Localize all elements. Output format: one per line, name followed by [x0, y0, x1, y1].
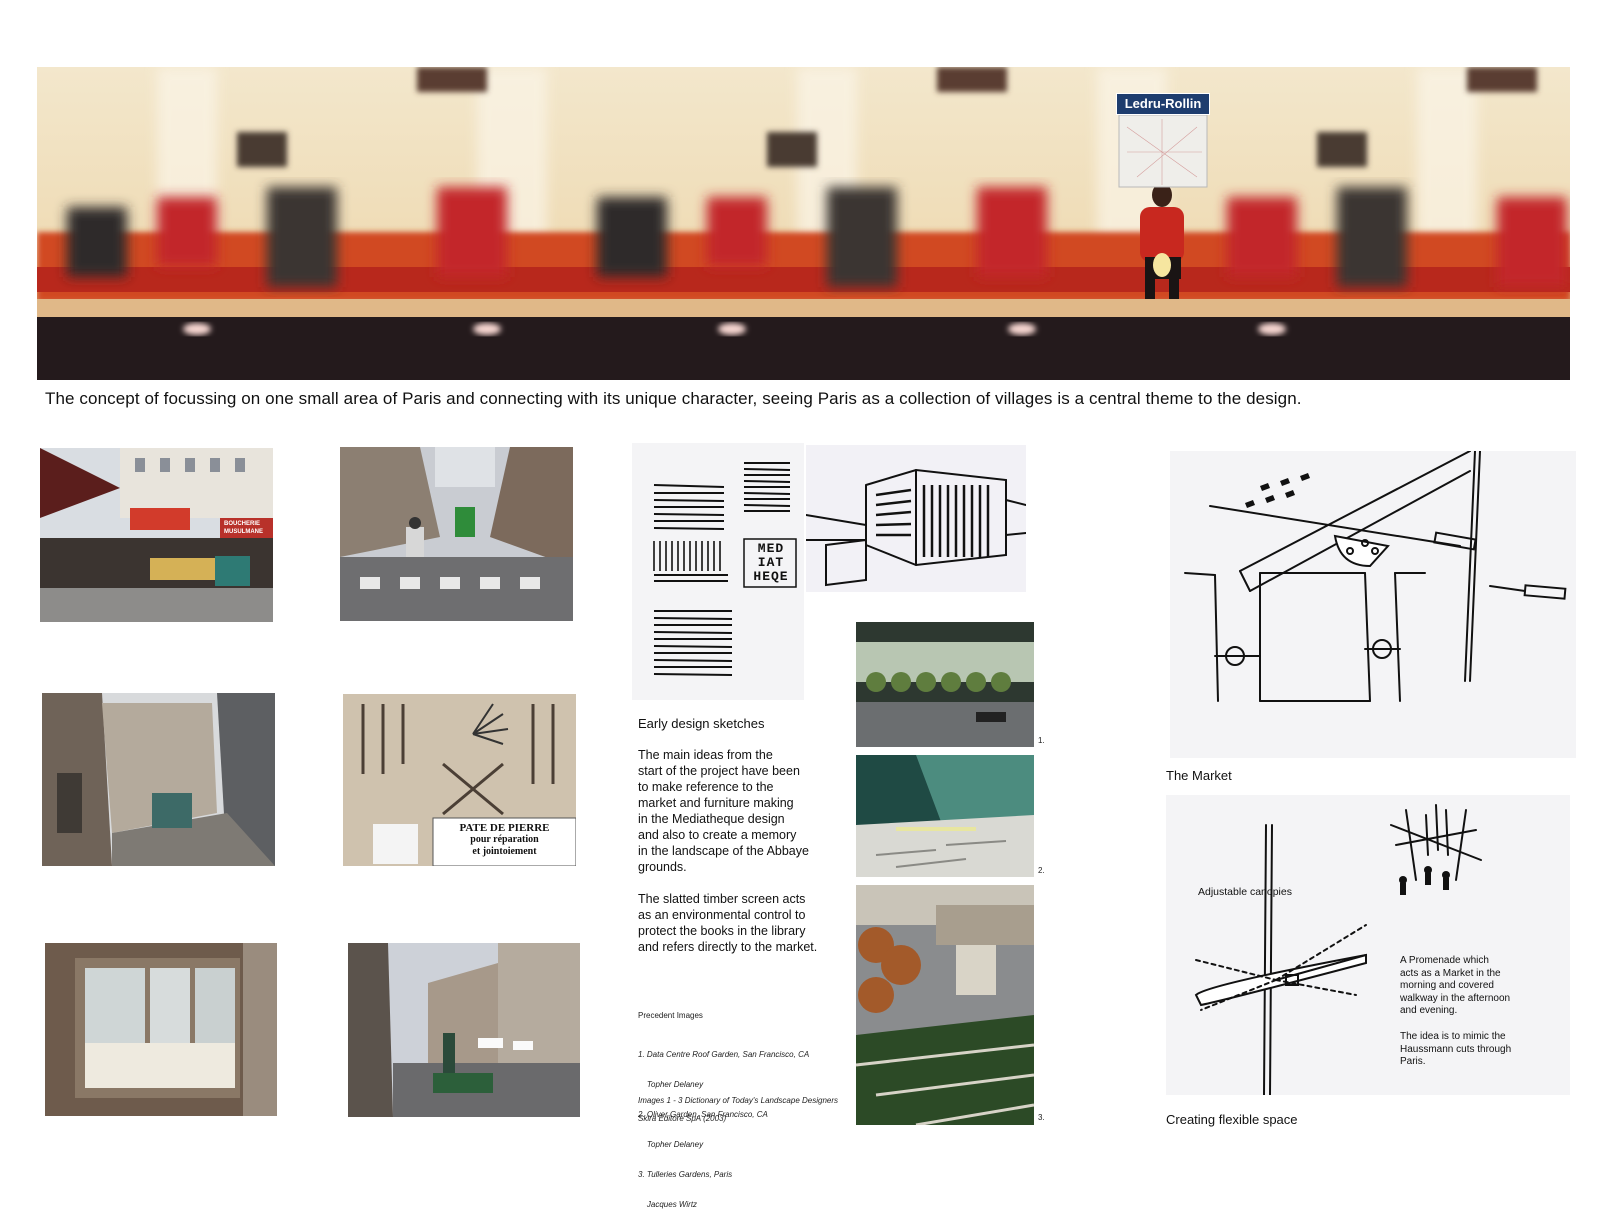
- mediatheque-letters-line3: HEQE: [753, 569, 789, 584]
- precedent-number-2: 2.: [1038, 866, 1045, 875]
- sketch-market-canopy: [1170, 451, 1576, 758]
- idea-line2: Haussmann cuts through: [1400, 1043, 1512, 1055]
- precedents-line1: 1. Data Centre Roof Garden, San Francisc…: [638, 1050, 810, 1059]
- sketches-paragraph-1-line3: to make reference to the: [638, 780, 774, 794]
- precedents-line4: Topher Delaney: [638, 1140, 704, 1149]
- precedents-line5: 3. Tulleries Gardens, Paris: [638, 1170, 733, 1179]
- sketches-paragraph-2-line1: The slatted timber screen acts: [638, 892, 806, 906]
- sketch-flexible-space: Adjustable canopies A Promenade which ac…: [1166, 795, 1570, 1095]
- promenade-line3: morning and covered: [1400, 980, 1494, 991]
- precedents-line6: Jacques Wirtz: [638, 1200, 698, 1209]
- sketches-paragraph-1-line4: market and furniture making: [638, 796, 794, 810]
- market-caption: The Market: [1166, 768, 1232, 783]
- precedents-credit-1: Images 1 - 3 Dictionary of Today's Lands…: [638, 1096, 839, 1105]
- banner-metro-illustration: [37, 67, 1570, 380]
- sketches-heading: Early design sketches: [638, 716, 765, 731]
- sketches-paragraph-1-line8: grounds.: [638, 860, 687, 874]
- station-sign-text: Ledru-Rollin: [1124, 96, 1202, 111]
- sketch-slat-patterns: MED IAT HEQE: [632, 443, 804, 700]
- sketches-paragraph-1-line5: in the Mediatheque design: [638, 812, 785, 826]
- photo-market-street: BOUCHERIE MUSULMANE: [40, 448, 273, 622]
- stone-sign-line3: et jointoiement: [472, 846, 537, 857]
- banner-metro-photo: Ledru-Rollin: [37, 67, 1570, 380]
- sketches-paragraph-2-line3: protect the books in the library: [638, 924, 806, 938]
- precedents-line2: Topher Delaney: [638, 1080, 704, 1089]
- stone-sign-line1: PATE DE PIERRE: [459, 822, 550, 834]
- promenade-line2: acts as a Market in the: [1400, 967, 1501, 979]
- photo-old-shopfront: [45, 943, 277, 1116]
- precedent-photo-3-tuileries: [856, 885, 1034, 1125]
- sketches-paragraph-2-line4: and refers directly to the market.: [638, 940, 818, 954]
- precedent-photo-1-roof-garden: [856, 622, 1034, 747]
- promenade-line5: and evening.: [1400, 1005, 1458, 1016]
- precedents-list: 1. Data Centre Roof Garden, San Francisc…: [638, 1030, 858, 1220]
- mediatheque-letters-line2: IAT: [757, 555, 785, 570]
- sketches-paragraph-1-line1: The main ideas from the: [638, 748, 773, 762]
- stone-sign-line2: pour réparation: [470, 834, 539, 845]
- sketches-paragraph-1-line2: start of the project have been: [638, 764, 800, 778]
- sketches-paragraph-1-line7: in the landscape of the Abbaye: [638, 844, 809, 858]
- photo-tool-shop-window: PATE DE PIERRE pour réparation et jointo…: [343, 694, 576, 866]
- photo-street-scooter: [340, 447, 573, 621]
- mediatheque-letters: MED IAT HEQE: [747, 542, 795, 584]
- precedents-heading: Precedent Images: [638, 1011, 703, 1020]
- sketches-paragraph-2-line2: as an environmental control to: [638, 908, 806, 922]
- sketches-paragraph-1: The main ideas from the start of the pro…: [638, 747, 833, 875]
- stone-sign: PATE DE PIERRE pour réparation et jointo…: [435, 822, 574, 858]
- sketches-paragraph-2: The slatted timber screen acts as an env…: [638, 891, 838, 955]
- sketches-paragraph-1-line6: and also to create a memory: [638, 828, 797, 842]
- idea-line3: Paris.: [1400, 1056, 1426, 1067]
- precedents-credit-2: Skira Editore SpA (2003): [638, 1114, 727, 1123]
- banner-caption: The concept of focussing on one small ar…: [45, 389, 1302, 408]
- photo-metro-entrance-street: [348, 943, 580, 1117]
- promenade-line4: walkway in the afternoon: [1400, 992, 1511, 1004]
- idea-text: The idea is to mimic the Haussmann cuts …: [1400, 1031, 1560, 1069]
- label-adjustable-canopies: Adjustable canopies: [1198, 886, 1292, 898]
- idea-line1: The idea is to mimic the: [1400, 1031, 1506, 1042]
- precedent-number-3: 3.: [1038, 1113, 1045, 1122]
- promenade-line1: A Promenade which: [1400, 955, 1489, 966]
- butcher-sign: BOUCHERIE MUSULMANE: [224, 521, 263, 535]
- promenade-text: A Promenade which acts as a Market in th…: [1400, 955, 1560, 1018]
- mediatheque-letters-line1: MED: [757, 541, 785, 556]
- precedent-photo-2-oliver-garden: [856, 755, 1034, 877]
- photo-narrow-lane: [42, 693, 275, 866]
- flexible-space-caption: Creating flexible space: [1166, 1112, 1298, 1127]
- station-sign: Ledru-Rollin: [1116, 93, 1210, 115]
- precedent-number-1: 1.: [1038, 736, 1045, 745]
- sketch-building-perspective: [806, 445, 1026, 592]
